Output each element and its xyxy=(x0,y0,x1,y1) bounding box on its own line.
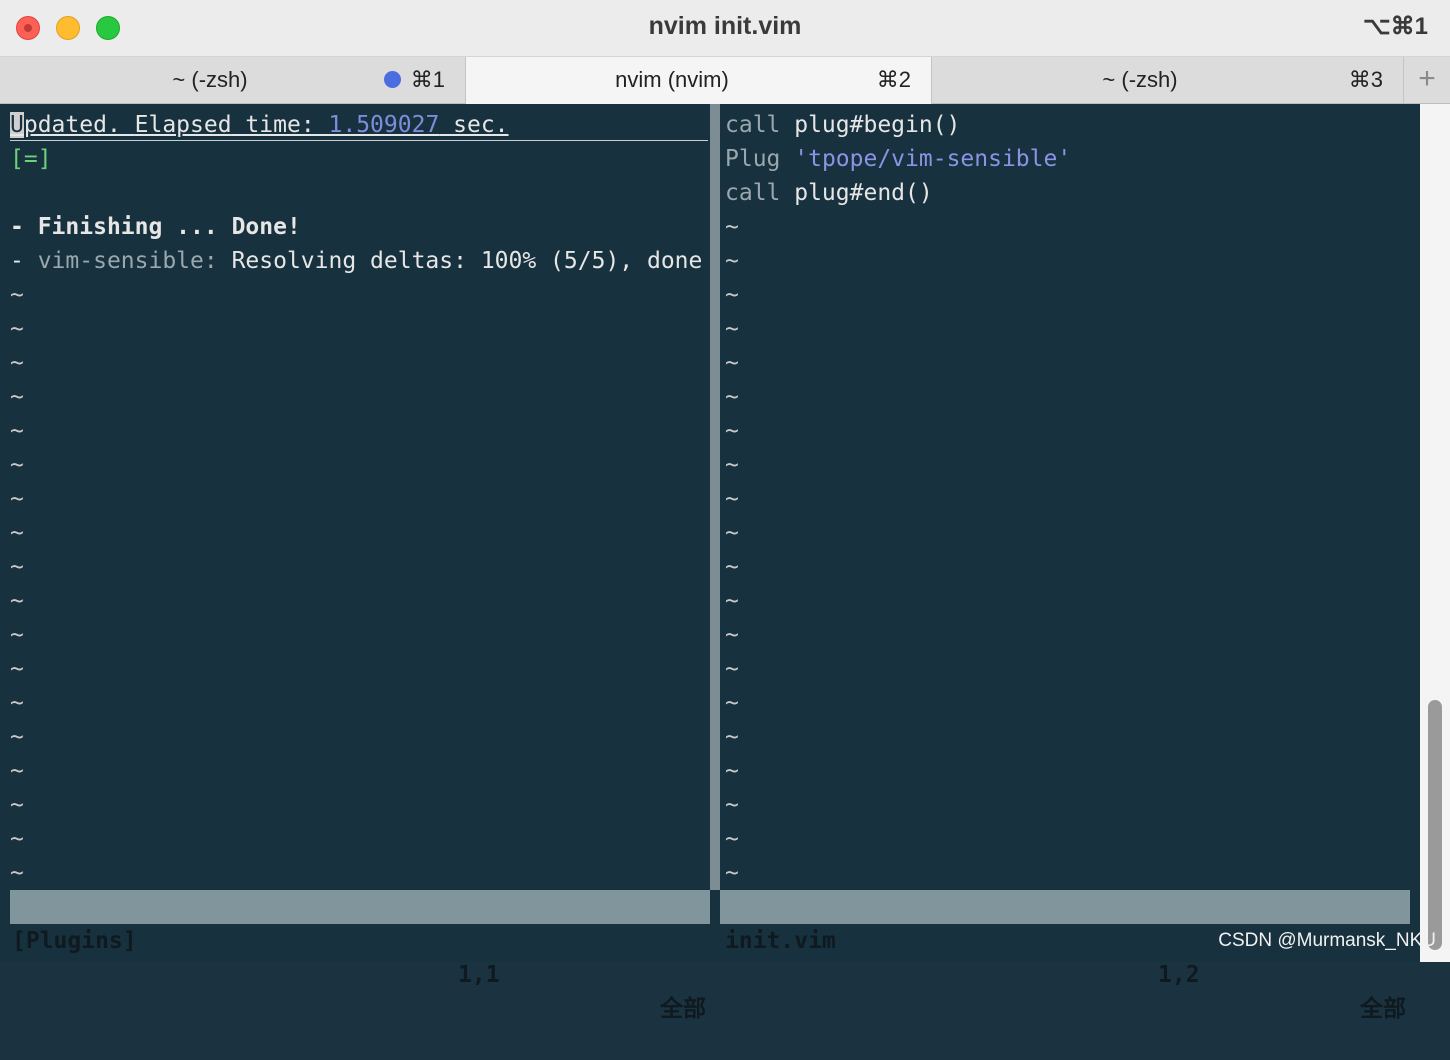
finishing-line: - Finishing ... Done! xyxy=(10,214,301,240)
tab-zsh-1[interactable]: ~ (-zsh) ⌘1 xyxy=(0,57,466,103)
empty-line-tilde: ~ xyxy=(725,452,739,478)
status-scroll-pos: 全部 xyxy=(660,996,706,1022)
tab-label: ~ (-zsh) xyxy=(1102,67,1178,92)
update-line: Updated. Elapsed time: 1.509027 sec. xyxy=(10,112,509,138)
empty-line-tilde: ~ xyxy=(725,520,739,546)
empty-line-tilde: ~ xyxy=(725,792,739,818)
empty-line-tilde: ~ xyxy=(10,452,24,478)
empty-line-tilde: ~ xyxy=(10,520,24,546)
empty-line-tilde: ~ xyxy=(10,826,24,852)
empty-line-tilde: ~ xyxy=(10,622,24,648)
tab-label: ~ (-zsh) xyxy=(172,67,248,92)
empty-line-tilde: ~ xyxy=(725,622,739,648)
plugin-status-line: - vim-sensible: Resolving deltas: 100% (… xyxy=(10,248,703,274)
code-line-2: Plug 'tpope/vim-sensible' xyxy=(725,146,1072,172)
code-line-1: call plug#begin() xyxy=(725,112,961,138)
status-line-right: init.vim 1,2 全部 xyxy=(720,890,1410,1022)
status-cursor-pos: 1,2 xyxy=(1158,962,1200,988)
title-bar: nvim init.vim ⌥⌘1 xyxy=(0,0,1450,57)
activity-dot-icon xyxy=(384,71,401,88)
status-cursor-pos: 1,1 xyxy=(458,962,500,988)
empty-line-tilde: ~ xyxy=(10,588,24,614)
empty-line-tilde: ~ xyxy=(725,588,739,614)
progress-bar: [=] xyxy=(10,146,52,172)
status-line-left: [Plugins] 1,1 全部 xyxy=(10,890,710,1022)
empty-line-tilde: ~ xyxy=(725,282,739,308)
empty-line-tilde: ~ xyxy=(725,248,739,274)
empty-line-tilde: ~ xyxy=(725,350,739,376)
empty-line-tilde: ~ xyxy=(10,554,24,580)
empty-line-tilde: ~ xyxy=(725,656,739,682)
empty-line-tilde: ~ xyxy=(725,214,739,240)
status-buffer-name: init.vim xyxy=(725,928,836,954)
empty-line-tilde: ~ xyxy=(725,758,739,784)
empty-line-tilde: ~ xyxy=(725,316,739,342)
empty-line-tilde: ~ xyxy=(10,860,24,886)
empty-line-tilde: ~ xyxy=(10,792,24,818)
empty-line-tilde: ~ xyxy=(10,690,24,716)
empty-line-tilde: ~ xyxy=(10,656,24,682)
status-scroll-pos: 全部 xyxy=(1360,996,1406,1022)
empty-line-tilde: ~ xyxy=(10,758,24,784)
new-tab-button[interactable]: + xyxy=(1404,57,1450,103)
empty-line-tilde: ~ xyxy=(10,486,24,512)
window-shortcut: ⌥⌘1 xyxy=(1362,13,1428,40)
empty-line-tilde: ~ xyxy=(10,384,24,410)
elapsed-time: 1.509027 xyxy=(328,112,440,138)
tab-nvim[interactable]: nvim (nvim) ⌘2 xyxy=(466,57,932,104)
empty-line-tilde: ~ xyxy=(725,418,739,444)
empty-line-tilde: ~ xyxy=(725,690,739,716)
plugin-name: vim-sensible: xyxy=(37,248,218,274)
empty-line-tilde: ~ xyxy=(725,826,739,852)
empty-line-tilde: ~ xyxy=(10,350,24,376)
cursor: U xyxy=(10,112,24,138)
empty-line-tilde: ~ xyxy=(10,282,24,308)
empty-line-tilde: ~ xyxy=(10,316,24,342)
split-separator[interactable] xyxy=(710,104,720,890)
empty-line-tilde: ~ xyxy=(725,554,739,580)
empty-line-tilde: ~ xyxy=(10,724,24,750)
empty-line-tilde: ~ xyxy=(10,418,24,444)
watermark: CSDN @Murmansk_NKU xyxy=(1218,930,1436,951)
empty-line-tilde: ~ xyxy=(725,384,739,410)
header-divider xyxy=(10,140,708,141)
empty-line-tilde: ~ xyxy=(725,724,739,750)
empty-line-tilde: ~ xyxy=(725,486,739,512)
terminal-area[interactable]: Updated. Elapsed time: 1.509027 sec. [=]… xyxy=(0,104,1420,1022)
tab-label: nvim (nvim) xyxy=(615,67,729,92)
tab-shortcut: ⌘3 xyxy=(1348,67,1383,92)
code-line-3: call plug#end() xyxy=(725,180,933,206)
tab-zsh-3[interactable]: ~ (-zsh) ⌘3 xyxy=(932,57,1404,103)
tab-shortcut: ⌘2 xyxy=(876,67,911,92)
window-title: nvim init.vim xyxy=(648,12,802,40)
scrollbar-thumb[interactable] xyxy=(1428,700,1442,950)
empty-line-tilde: ~ xyxy=(725,860,739,886)
status-buffer-name: [Plugins] xyxy=(12,928,137,954)
tab-shortcut: ⌘1 xyxy=(410,67,445,92)
tab-bar: ~ (-zsh) ⌘1 nvim (nvim) ⌘2 ~ (-zsh) ⌘3 + xyxy=(0,57,1450,104)
